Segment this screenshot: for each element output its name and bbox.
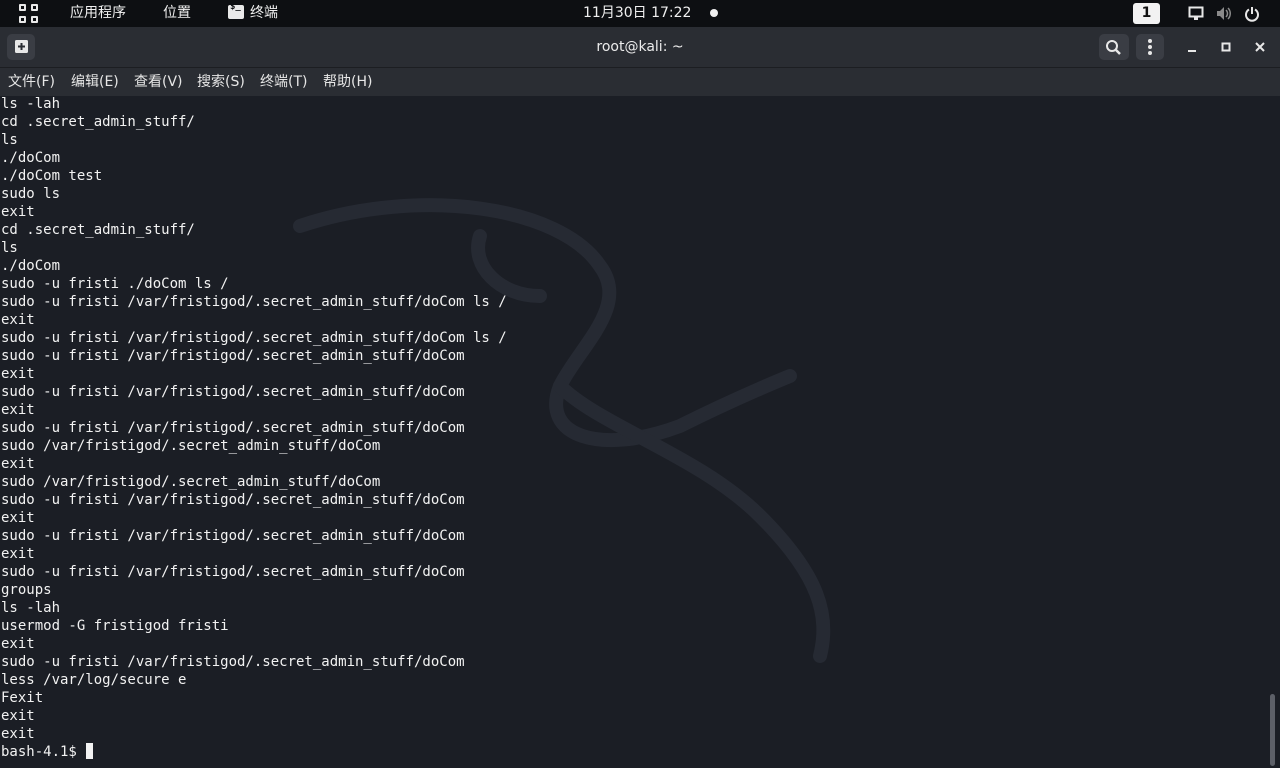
terminal-lines: ls -lah cd .secret_admin_stuff/ls ./doCom.… bbox=[1, 96, 507, 761]
terminal-line: cd .secret_admin_stuff/ bbox=[1, 114, 195, 130]
terminal-line: Fexit bbox=[1, 690, 44, 706]
terminal-line: exit bbox=[1, 456, 35, 472]
terminal-line: sudo -u fristi /var/fristigod/.secret_ad… bbox=[1, 564, 465, 580]
screen-icon[interactable] bbox=[1188, 6, 1204, 25]
terminal-line: exit bbox=[1, 402, 35, 418]
menu-edit[interactable]: 编辑(E) bbox=[71, 68, 119, 97]
terminal-line: groups bbox=[1, 582, 52, 598]
terminal-output[interactable]: ls -lah cd .secret_admin_stuff/ls ./doCom.… bbox=[0, 96, 1280, 768]
terminal-icon bbox=[228, 2, 244, 19]
terminal-line: ls bbox=[1, 240, 18, 256]
notification-dot-icon bbox=[709, 0, 719, 27]
workspace-indicator[interactable]: 1 bbox=[1133, 3, 1160, 24]
volume-icon[interactable] bbox=[1216, 6, 1232, 25]
terminal-line: exit bbox=[1, 546, 35, 562]
terminal-line: sudo /var/fristigod/.secret_admin_stuff/… bbox=[1, 474, 381, 490]
search-icon[interactable] bbox=[1099, 34, 1129, 60]
text-cursor bbox=[86, 743, 94, 759]
maximize-icon[interactable] bbox=[1214, 35, 1238, 59]
close-icon[interactable] bbox=[1248, 35, 1272, 59]
terminal-line: ls -lah bbox=[1, 96, 61, 112]
terminal-line: sudo -u fristi /var/fristigod/.secret_ad… bbox=[1, 330, 507, 346]
menu-view[interactable]: 查看(V) bbox=[134, 68, 183, 97]
applications-menu[interactable]: 应用程序 bbox=[70, 0, 126, 27]
terminal-line: sudo ls bbox=[1, 186, 61, 202]
menu-terminal[interactable]: 终端(T) bbox=[260, 68, 307, 97]
terminal-line: ls -lah bbox=[1, 600, 61, 616]
terminal-line: sudo /var/fristigod/.secret_admin_stuff/… bbox=[1, 438, 381, 454]
terminal-line: sudo -u fristi ./doCom ls / bbox=[1, 276, 229, 292]
terminal-prompt: bash-4.1$ bbox=[1, 744, 86, 760]
terminal-line: exit bbox=[1, 312, 35, 328]
terminal-line: exit bbox=[1, 366, 35, 382]
menu-help[interactable]: 帮助(H) bbox=[323, 68, 372, 97]
terminal-line: sudo -u fristi /var/fristigod/.secret_ad… bbox=[1, 384, 465, 400]
terminal-line: sudo -u fristi /var/fristigod/.secret_ad… bbox=[1, 492, 465, 508]
title-bar: root@kali: ~ bbox=[0, 27, 1280, 67]
apps-grid-icon[interactable] bbox=[19, 4, 39, 24]
menu-bar: 文件(F) 编辑(E) 查看(V) 搜索(S) 终端(T) 帮助(H) bbox=[0, 67, 1280, 96]
places-menu[interactable]: 位置 bbox=[163, 0, 191, 27]
terminal-line: cd .secret_admin_stuff/ bbox=[1, 222, 195, 238]
terminal-line: usermod -G fristigod fristi bbox=[1, 618, 229, 634]
terminal-line: exit bbox=[1, 510, 35, 526]
terminal-line: sudo -u fristi /var/fristigod/.secret_ad… bbox=[1, 420, 465, 436]
kebab-menu-icon[interactable] bbox=[1136, 34, 1164, 60]
window-title: root@kali: ~ bbox=[596, 39, 684, 55]
power-icon[interactable] bbox=[1244, 6, 1260, 26]
new-tab-icon[interactable] bbox=[7, 34, 35, 60]
scrollbar[interactable] bbox=[1270, 694, 1275, 766]
terminal-line: sudo -u fristi /var/fristigod/.secret_ad… bbox=[1, 654, 465, 670]
menu-search[interactable]: 搜索(S) bbox=[197, 68, 245, 97]
active-app-label: 终端 bbox=[250, 5, 278, 21]
terminal-line: ls bbox=[1, 132, 18, 148]
terminal-line: exit bbox=[1, 726, 35, 742]
terminal-line: sudo -u fristi /var/fristigod/.secret_ad… bbox=[1, 528, 465, 544]
terminal-line: exit bbox=[1, 204, 35, 220]
terminal-line: exit bbox=[1, 708, 35, 724]
active-app-menu[interactable]: 终端 bbox=[228, 0, 278, 27]
terminal-line: ./doCom bbox=[1, 150, 61, 166]
terminal-line: less /var/log/secure e bbox=[1, 672, 187, 688]
terminal-line: ./doCom test bbox=[1, 168, 103, 184]
clock[interactable]: 11月30日 17:22 bbox=[583, 0, 691, 27]
terminal-prompt-line: bash-4.1$ bbox=[1, 743, 507, 761]
terminal-line: sudo -u fristi /var/fristigod/.secret_ad… bbox=[1, 348, 465, 364]
menu-file[interactable]: 文件(F) bbox=[8, 68, 55, 97]
terminal-line: ./doCom bbox=[1, 258, 61, 274]
terminal-line: sudo -u fristi /var/fristigod/.secret_ad… bbox=[1, 294, 507, 310]
terminal-line: exit bbox=[1, 636, 35, 652]
minimize-icon[interactable] bbox=[1180, 35, 1204, 59]
top-panel: 应用程序 位置 终端 11月30日 17:22 1 bbox=[0, 0, 1280, 27]
